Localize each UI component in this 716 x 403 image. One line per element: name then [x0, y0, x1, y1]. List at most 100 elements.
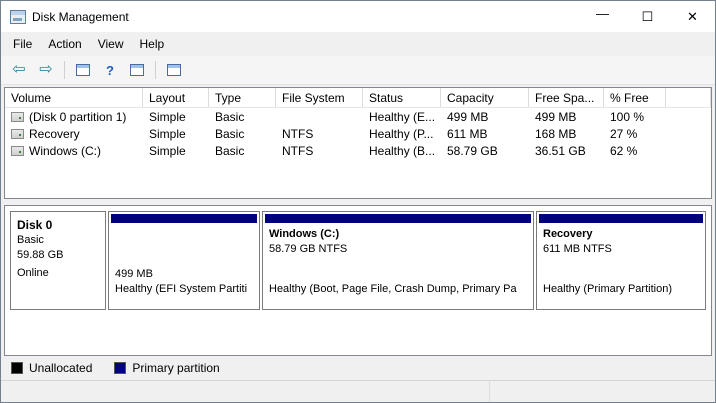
menu-item-file[interactable]: File	[5, 34, 40, 54]
partition-color-band	[265, 214, 531, 223]
forward-arrow-icon: ⇨	[39, 62, 52, 78]
cell-volume: Recovery	[29, 127, 80, 141]
console-tree-icon	[76, 64, 90, 76]
disk-0-row: Disk 0 Basic 59.88 GB Online 499 MB Heal…	[10, 211, 706, 310]
table-row[interactable]: Windows (C:) Simple Basic NTFS Healthy (…	[5, 142, 711, 159]
cell-free-space: 499 MB	[529, 110, 604, 124]
disk-type: Basic	[17, 233, 99, 248]
minimize-button[interactable]: —	[580, 1, 625, 32]
window-controls: — ☐ ✕	[580, 1, 715, 32]
help-icon: ?	[106, 63, 114, 78]
cell-layout: Simple	[143, 144, 209, 158]
column-header-pct-free[interactable]: % Free	[604, 88, 666, 107]
properties-icon	[130, 64, 144, 76]
legend-item-primary-partition: Primary partition	[114, 361, 219, 375]
cell-free-space: 36.51 GB	[529, 144, 604, 158]
column-header-volume[interactable]: Volume	[5, 88, 143, 107]
menubar: File Action View Help	[1, 32, 715, 56]
column-header-blank	[666, 88, 711, 107]
properties-button[interactable]	[125, 59, 149, 81]
volume-icon	[11, 146, 24, 156]
partition-recovery[interactable]: Recovery 611 MB NTFS Healthy (Primary Pa…	[536, 211, 706, 310]
column-header-capacity[interactable]: Capacity	[441, 88, 529, 107]
disk-size: 59.88 GB	[17, 248, 99, 263]
volume-list-header: Volume Layout Type File System Status Ca…	[5, 88, 711, 108]
column-header-free-space[interactable]: Free Spa...	[529, 88, 604, 107]
volume-icon	[11, 112, 24, 122]
show-action-pane-button[interactable]	[162, 59, 186, 81]
cell-capacity: 611 MB	[441, 127, 529, 141]
disk-info-box[interactable]: Disk 0 Basic 59.88 GB Online	[10, 211, 106, 310]
window-title: Disk Management	[32, 10, 129, 24]
column-header-type[interactable]: Type	[209, 88, 276, 107]
cell-capacity: 499 MB	[441, 110, 529, 124]
cell-file-system: NTFS	[276, 144, 363, 158]
cell-volume: Windows (C:)	[29, 144, 101, 158]
cell-status: Healthy (E...	[363, 110, 441, 124]
legend-item-unallocated: Unallocated	[11, 361, 92, 375]
column-header-status[interactable]: Status	[363, 88, 441, 107]
partition-status: Healthy (EFI System Partiti	[115, 282, 253, 297]
close-icon: ✕	[687, 9, 698, 25]
forward-button[interactable]: ⇨	[34, 59, 58, 81]
legend: Unallocated Primary partition	[1, 356, 715, 380]
cell-type: Basic	[209, 127, 276, 141]
toolbar-separator	[64, 61, 65, 79]
cell-file-system: NTFS	[276, 127, 363, 141]
help-button[interactable]: ?	[98, 59, 122, 81]
partition-text: Recovery 611 MB NTFS Healthy (Primary Pa…	[537, 225, 705, 309]
legend-label: Primary partition	[132, 361, 219, 375]
back-button[interactable]: ⇦	[7, 59, 31, 81]
partition-size: 499 MB	[115, 267, 253, 282]
menu-item-view[interactable]: View	[90, 34, 132, 54]
column-header-file-system[interactable]: File System	[276, 88, 363, 107]
show-console-tree-button[interactable]	[71, 59, 95, 81]
partition-status: Healthy (Boot, Page File, Crash Dump, Pr…	[269, 282, 527, 297]
action-pane-icon	[167, 64, 181, 76]
partition-color-band	[539, 214, 703, 223]
partition-text: 499 MB Healthy (EFI System Partiti	[109, 225, 259, 309]
disk-status: Online	[17, 266, 99, 281]
disk-name: Disk 0	[17, 217, 99, 233]
cell-type: Basic	[209, 144, 276, 158]
titlebar: Disk Management — ☐ ✕	[1, 1, 715, 32]
graphical-view-panel: Disk 0 Basic 59.88 GB Online 499 MB Heal…	[4, 205, 712, 356]
cell-pct-free: 62 %	[604, 144, 666, 158]
volume-list-body: (Disk 0 partition 1) Simple Basic Health…	[5, 108, 711, 159]
partition-size: 58.79 GB NTFS	[269, 242, 527, 257]
cell-volume: (Disk 0 partition 1)	[29, 110, 126, 124]
back-arrow-icon: ⇦	[12, 62, 25, 78]
cell-layout: Simple	[143, 127, 209, 141]
status-bar-segment	[489, 381, 715, 402]
cell-pct-free: 100 %	[604, 110, 666, 124]
cell-capacity: 58.79 GB	[441, 144, 529, 158]
toolbar: ⇦ ⇨ ?	[1, 56, 715, 85]
column-header-layout[interactable]: Layout	[143, 88, 209, 107]
partition-windows-c[interactable]: Windows (C:) 58.79 GB NTFS Healthy (Boot…	[262, 211, 534, 310]
partition-title: Recovery	[543, 227, 699, 242]
partition-color-band	[111, 214, 257, 223]
toolbar-separator	[155, 61, 156, 79]
partition-efi[interactable]: 499 MB Healthy (EFI System Partiti	[108, 211, 260, 310]
cell-free-space: 168 MB	[529, 127, 604, 141]
table-row[interactable]: Recovery Simple Basic NTFS Healthy (P...…	[5, 125, 711, 142]
table-row[interactable]: (Disk 0 partition 1) Simple Basic Health…	[5, 108, 711, 125]
maximize-icon: ☐	[642, 9, 654, 25]
volume-list-panel: Volume Layout Type File System Status Ca…	[4, 87, 712, 199]
status-bar	[1, 380, 715, 402]
partition-text: Windows (C:) 58.79 GB NTFS Healthy (Boot…	[263, 225, 533, 309]
primary-partition-swatch-icon	[114, 362, 126, 374]
maximize-button[interactable]: ☐	[625, 1, 670, 32]
cell-layout: Simple	[143, 110, 209, 124]
cell-pct-free: 27 %	[604, 127, 666, 141]
menu-item-help[interactable]: Help	[132, 34, 173, 54]
cell-status: Healthy (B...	[363, 144, 441, 158]
partition-status: Healthy (Primary Partition)	[543, 282, 699, 297]
close-button[interactable]: ✕	[670, 1, 715, 32]
cell-status: Healthy (P...	[363, 127, 441, 141]
unallocated-swatch-icon	[11, 362, 23, 374]
cell-type: Basic	[209, 110, 276, 124]
partition-size: 611 MB NTFS	[543, 242, 699, 257]
legend-label: Unallocated	[29, 361, 92, 375]
menu-item-action[interactable]: Action	[40, 34, 89, 54]
